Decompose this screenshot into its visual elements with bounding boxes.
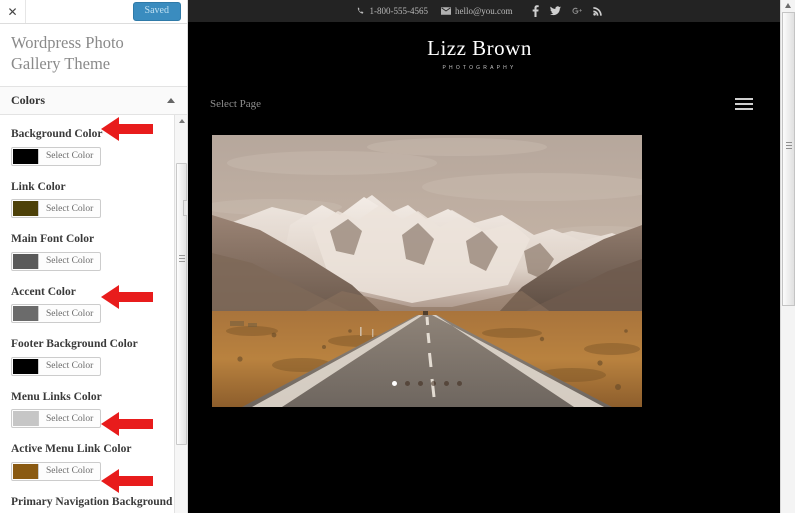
twitter-icon[interactable] xyxy=(549,6,561,16)
color-picker-button[interactable]: Select Color xyxy=(11,146,102,166)
save-button[interactable]: Saved xyxy=(132,2,181,21)
color-picker-button[interactable]: Select Color xyxy=(11,251,102,271)
customizer-screen: ✕ Saved Wordpress Photo Gallery Theme Co… xyxy=(0,0,795,513)
page-scroll-up-arrow-icon[interactable] xyxy=(785,3,791,8)
page-title: Wordpress Photo Gallery Theme xyxy=(0,24,187,88)
color-control: Menu Links Color Select Color xyxy=(0,390,187,432)
sidebar-scrollbar[interactable] xyxy=(174,115,187,513)
color-swatch xyxy=(13,463,39,479)
color-control: Primary Navigation BackgroundSelect Colo… xyxy=(0,495,187,513)
control-label: Main Font Color xyxy=(11,233,95,246)
site-logo[interactable]: Lizz Brown PHOTOGRAPHY xyxy=(188,22,795,71)
slider-dot[interactable] xyxy=(457,381,462,386)
mountain-road-landscape xyxy=(212,135,642,407)
email-contact[interactable]: hello@you.com xyxy=(440,6,513,16)
logo-name: Lizz Brown xyxy=(427,36,532,60)
site-topbar: 1-800-555-4565 hello@you.com xyxy=(188,0,795,22)
control-label: Accent Color xyxy=(11,285,76,298)
slider-dot[interactable] xyxy=(392,381,397,386)
slider-dot[interactable] xyxy=(418,381,423,386)
scroll-up-arrow-icon[interactable] xyxy=(179,119,185,124)
page-scrollbar-grip-icon xyxy=(786,142,792,150)
color-control: Accent Color Select Color xyxy=(0,285,187,327)
select-color-label: Select Color xyxy=(46,151,94,162)
color-control: Active Menu Link Color Select Color xyxy=(0,442,187,484)
page-scrollbar-thumb[interactable] xyxy=(782,12,795,306)
select-page-dropdown[interactable]: Select Page xyxy=(210,98,261,110)
slider-dot[interactable] xyxy=(405,381,410,386)
theme-preview: 1-800-555-4565 hello@you.com Lizz Brown … xyxy=(188,0,795,513)
section-label: Colors xyxy=(11,93,45,108)
color-picker-button[interactable]: Select Color xyxy=(11,199,102,219)
control-label: Footer Background Color xyxy=(11,338,138,351)
slider-dot[interactable] xyxy=(431,381,436,386)
control-label: Link Color xyxy=(11,180,66,193)
color-picker-button[interactable]: Select Color xyxy=(11,356,102,376)
select-color-label: Select Color xyxy=(46,413,94,424)
slider-dots[interactable] xyxy=(212,381,642,386)
scrollbar-grip-icon xyxy=(179,255,185,263)
select-color-label: Select Color xyxy=(46,308,94,319)
color-swatch xyxy=(13,411,39,427)
color-control: Background Color Select Color xyxy=(0,127,187,169)
close-icon[interactable]: ✕ xyxy=(0,0,26,23)
control-label: Primary Navigation Background xyxy=(11,495,173,508)
section-header-colors[interactable]: Colors xyxy=(0,87,187,116)
color-swatch xyxy=(13,148,39,164)
logo-tagline: PHOTOGRAPHY xyxy=(442,65,517,71)
select-color-label: Select Color xyxy=(46,361,94,372)
rss-icon[interactable] xyxy=(592,6,603,16)
envelope-icon xyxy=(440,7,451,15)
hamburger-menu-icon[interactable] xyxy=(735,98,753,110)
facebook-icon[interactable] xyxy=(532,5,539,17)
color-control: Footer Background Color Select Color xyxy=(0,337,187,379)
color-picker-button[interactable]: Select Color xyxy=(11,409,102,429)
color-swatch xyxy=(13,358,39,374)
color-picker-button[interactable]: Select Color xyxy=(11,304,102,324)
control-label: Menu Links Color xyxy=(11,390,102,403)
controls-list: Background Color Select Color Link Color Se… xyxy=(0,115,187,513)
color-swatch xyxy=(13,253,39,269)
color-swatch xyxy=(13,201,39,217)
site-navigation: Select Page xyxy=(188,87,795,121)
phone-icon xyxy=(356,7,365,16)
phone-contact[interactable]: 1-800-555-4565 xyxy=(356,6,428,16)
hero-slider[interactable] xyxy=(212,135,642,407)
phone-number: 1-800-555-4565 xyxy=(369,6,428,16)
color-swatch xyxy=(13,306,39,322)
color-control: Main Font Color Select Color xyxy=(0,232,187,274)
email-address: hello@you.com xyxy=(454,6,513,16)
select-color-label: Select Color xyxy=(46,466,94,477)
social-links xyxy=(532,5,603,17)
chevron-up-icon[interactable] xyxy=(167,98,175,104)
control-label: Background Color xyxy=(11,128,103,141)
google-plus-icon[interactable] xyxy=(571,6,582,16)
color-picker-button[interactable]: Select Color xyxy=(11,461,102,481)
color-control: Link Color Select Color xyxy=(0,180,187,222)
select-color-label: Select Color xyxy=(46,203,94,214)
select-color-label: Select Color xyxy=(46,256,94,267)
page-scrollbar[interactable] xyxy=(780,0,795,513)
customizer-sidebar: ✕ Saved Wordpress Photo Gallery Theme Co… xyxy=(0,0,188,513)
slider-dot[interactable] xyxy=(444,381,449,386)
control-label: Active Menu Link Color xyxy=(11,443,132,456)
sidebar-topbar: ✕ Saved xyxy=(0,0,187,24)
